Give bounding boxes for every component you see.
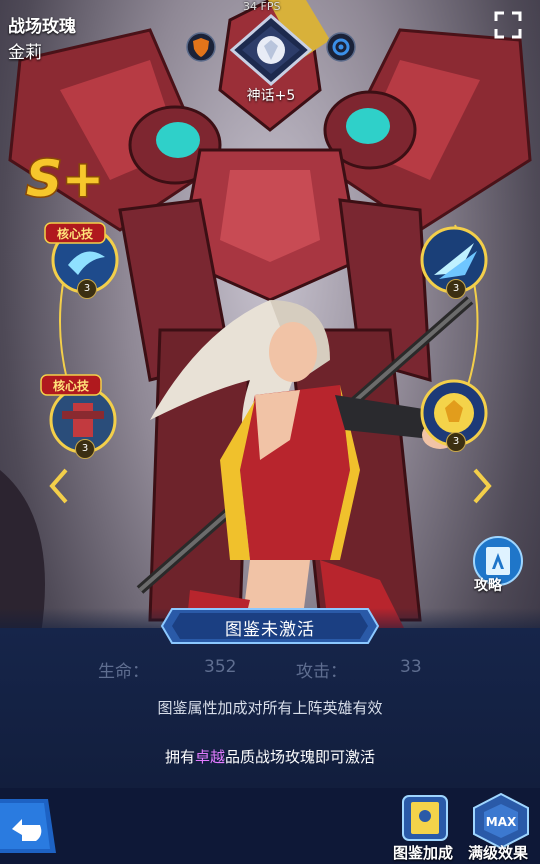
core-tag-text: 核心技 [57, 226, 94, 241]
core-skill-tag: 核心技 [40, 374, 102, 396]
activation-suffix: 品质战场玫瑰即可激活 [225, 748, 376, 766]
hp-value: 352 [204, 657, 237, 677]
hero-detail-screen: 战场玫瑰 金莉 34 FPS 神话+5 S+ 3 核心技 3 核心技 3 3 攻… [0, 0, 540, 864]
attack-value: 33 [400, 657, 422, 677]
guide-label[interactable]: 攻略 [474, 575, 502, 595]
max-badge-text: MAX [486, 815, 517, 829]
skill-level: 3 [75, 439, 95, 459]
core-tag-text: 核心技 [53, 378, 90, 393]
activation-hint: 拥有卓越品质战场玫瑰即可激活 [0, 746, 540, 767]
skill-slot-4[interactable]: 3 [419, 378, 489, 452]
footer-bar [0, 788, 540, 864]
next-hero-arrow[interactable] [471, 466, 493, 506]
quality-highlight: 卓越 [194, 748, 225, 766]
max-level-effect-label[interactable]: 满级效果 [468, 842, 528, 863]
attack-label: 攻击： [296, 662, 347, 682]
skill-level: 3 [446, 279, 466, 299]
activation-prefix: 拥有 [164, 748, 195, 766]
prev-hero-arrow[interactable] [48, 466, 70, 506]
back-arrow-icon[interactable] [0, 795, 58, 857]
skill-level: 3 [77, 279, 97, 299]
collection-status: 图鉴未激活 [225, 620, 315, 640]
core-skill-tag: 核心技 [44, 222, 106, 244]
collection-bonus-label[interactable]: 图鉴加成 [393, 842, 453, 863]
hp-label: 生命： [98, 662, 149, 682]
skill-slot-3[interactable]: 3 [419, 225, 489, 299]
skill-level: 3 [446, 432, 466, 452]
bonus-note: 图鉴属性加成对所有上阵英雄有效 [157, 699, 383, 717]
